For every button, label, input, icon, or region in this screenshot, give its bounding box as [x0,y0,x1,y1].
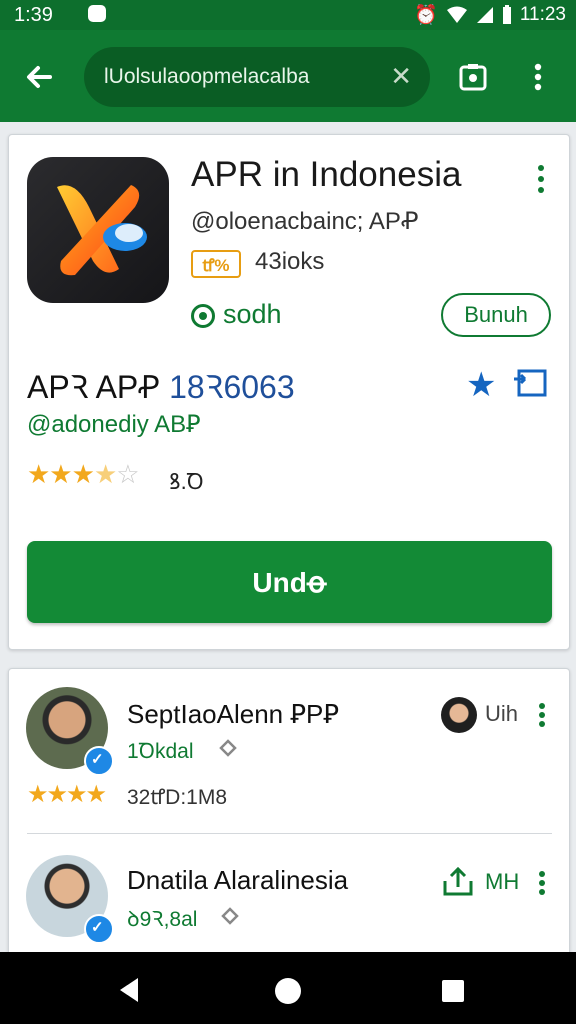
app-title: APR in Indonesia [191,155,462,194]
user-avatar-small [441,697,477,733]
notification-icon [88,5,106,22]
status-dot-icon [191,304,215,328]
overflow-menu-icon[interactable] [521,60,555,94]
review-action[interactable]: Uih [485,701,518,727]
upload-icon[interactable] [441,865,475,897]
app-handle: @adonediy ABꝐ [27,411,201,438]
review-stars: ★★★★ [27,781,107,808]
nav-home-icon[interactable] [274,977,302,1005]
clear-icon[interactable]: ✕ [390,62,412,90]
search-bar[interactable]: ✕ [84,47,430,107]
search-input[interactable] [102,58,391,96]
app-details-card: APR in Indonesia @oloenacbainc; APꝒ ꝷ% 4… [8,134,570,650]
app-name-text: APꝚ APꝒ [27,369,161,405]
install-button[interactable]: Undꝋ [27,541,552,623]
rating-value: ꝸ.Ꝺ [169,469,204,494]
verified-badge-icon [84,746,114,776]
tag-icon [221,907,239,925]
nav-recents-icon[interactable] [441,979,465,1003]
nav-back-icon[interactable] [116,976,142,1004]
battery-icon [502,5,511,24]
install-status: sodh [223,299,282,329]
verified-badge-icon [84,914,114,944]
reviewer-name: Dnatila Alaralinesia [127,865,349,895]
card-menu-icon[interactable] [536,165,546,195]
status-right-time: 11:23 [519,4,566,25]
status-time: 1:39 [14,4,53,26]
reviewer-sub: 1Ꝺkdal [127,740,194,763]
share-icon[interactable] [511,365,549,401]
app-name: APꝚ APꝒ 18Ꝛ6063 [27,365,295,408]
reviewer-name: SeptIaoAlenn ꝐPꝐ [127,699,340,729]
app-icon[interactable] [27,157,169,303]
review-action[interactable]: MH [485,869,519,895]
reviewer-sub: ꝺ9Ꝛ,8al [127,908,198,931]
rating-stars: ★★★★☆ [27,459,140,489]
list-item[interactable]: SeptIaoAlenn ꝐPꝐ 1Ꝺkdal ★★★★ 32ꝷD:1M8 Ui… [9,669,569,819]
app-bar: ✕ [0,30,576,122]
app-logo-icon [57,185,147,276]
status-icons: ⏰ 11:23 [414,3,566,27]
divider [27,833,552,834]
signal-icon [476,7,493,23]
status-bar: 1:39 ⏰ 11:23 [0,0,576,30]
tag-icon [219,739,237,757]
download-count: 43iοks [255,248,325,275]
wifi-icon [446,6,467,23]
shortcut-icon[interactable] [456,60,490,94]
review-menu-icon[interactable] [537,871,547,901]
back-arrow-icon[interactable] [22,60,56,94]
pill-button[interactable]: Bunuh [441,293,551,337]
reviews-card: SeptIaoAlenn ꝐPꝐ 1Ꝺkdal ★★★★ 32ꝷD:1M8 Ui… [8,668,570,970]
alarm-icon: ⏰ [414,5,438,26]
developer-name: @oloenacbainc; APꝒ [191,208,419,235]
content-rating-badge: ꝷ% [191,250,241,278]
review-menu-icon[interactable] [537,703,547,733]
system-nav-bar [0,952,576,1024]
app-version: 18Ꝛ6063 [169,369,295,405]
wishlist-star-icon[interactable]: ★ [466,365,496,405]
